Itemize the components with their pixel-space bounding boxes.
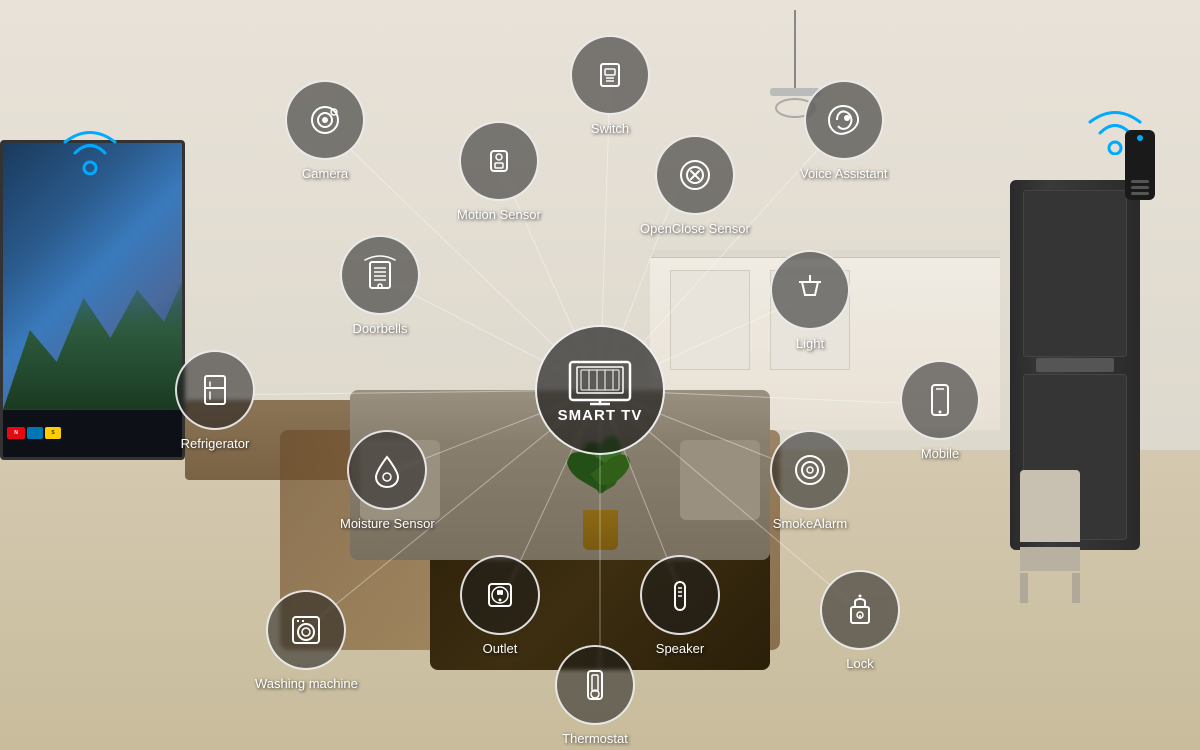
speaker-label: Speaker bbox=[656, 641, 704, 656]
light-circle bbox=[770, 250, 850, 330]
switch-circle bbox=[570, 35, 650, 115]
smoke-circle bbox=[770, 430, 850, 510]
openclose-circle bbox=[655, 135, 735, 215]
mobile-label: Mobile bbox=[921, 446, 959, 461]
wall-tv: N S bbox=[0, 140, 185, 460]
outlet-circle bbox=[460, 555, 540, 635]
lock-circle bbox=[820, 570, 900, 650]
speaker-node[interactable]: Speaker bbox=[640, 555, 720, 656]
motion-sensor-label: Motion Sensor bbox=[457, 207, 541, 222]
wifi-left-icon bbox=[60, 120, 120, 180]
remote-device bbox=[1125, 130, 1155, 200]
lock-node[interactable]: Lock bbox=[820, 570, 900, 671]
washing-machine-label: Washing machine bbox=[255, 676, 358, 691]
moisture-sensor-label: Moisture Sensor bbox=[340, 516, 435, 531]
motion-sensor-node[interactable]: Motion Sensor bbox=[457, 121, 541, 222]
doorbells-circle bbox=[340, 235, 420, 315]
camera-node[interactable]: Camera bbox=[285, 80, 365, 181]
light-label: Light bbox=[796, 336, 824, 351]
dining-chair bbox=[1020, 470, 1080, 590]
smoke-alarm-node[interactable]: SmokeAlarm bbox=[770, 430, 850, 531]
refrigerator-circle bbox=[175, 350, 255, 430]
smart-tv-label: SMART TV bbox=[558, 407, 643, 424]
camera-label: Camera bbox=[302, 166, 348, 181]
refrigerator-label: Refrigerator bbox=[181, 436, 250, 451]
refrigerator-node[interactable]: Refrigerator bbox=[175, 350, 255, 451]
voice-assistant-node[interactable]: Voice Assistant bbox=[800, 80, 887, 181]
mobile-circle bbox=[900, 360, 980, 440]
openclose-sensor-node[interactable]: OpenClose Sensor bbox=[640, 135, 750, 236]
smart-tv-circle: SMART TV bbox=[535, 325, 665, 455]
doorbells-node[interactable]: Doorbells bbox=[340, 235, 420, 336]
light-node[interactable]: Light bbox=[770, 250, 850, 351]
thermostat-label: Thermostat bbox=[562, 731, 628, 746]
outlet-label: Outlet bbox=[483, 641, 518, 656]
washer-circle bbox=[266, 590, 346, 670]
thermostat-node[interactable]: Thermostat bbox=[555, 645, 635, 746]
switch-node[interactable]: Switch bbox=[570, 35, 650, 136]
lock-label: Lock bbox=[846, 656, 873, 671]
moisture-sensor-node[interactable]: Moisture Sensor bbox=[340, 430, 435, 531]
washing-machine-node[interactable]: Washing machine bbox=[255, 590, 358, 691]
openclose-sensor-label: OpenClose Sensor bbox=[640, 221, 750, 236]
voice-assistant-label: Voice Assistant bbox=[800, 166, 887, 181]
camera-circle bbox=[285, 80, 365, 160]
moisture-circle bbox=[347, 430, 427, 510]
mobile-node[interactable]: Mobile bbox=[900, 360, 980, 461]
speaker-circle bbox=[640, 555, 720, 635]
smoke-alarm-label: SmokeAlarm bbox=[773, 516, 847, 531]
doorbells-label: Doorbells bbox=[353, 321, 408, 336]
outlet-node[interactable]: Outlet bbox=[460, 555, 540, 656]
motion-circle bbox=[459, 121, 539, 201]
smart-tv-node[interactable]: SMART TV bbox=[535, 325, 665, 455]
switch-label: Switch bbox=[591, 121, 629, 136]
voice-circle bbox=[804, 80, 884, 160]
thermostat-circle bbox=[555, 645, 635, 725]
